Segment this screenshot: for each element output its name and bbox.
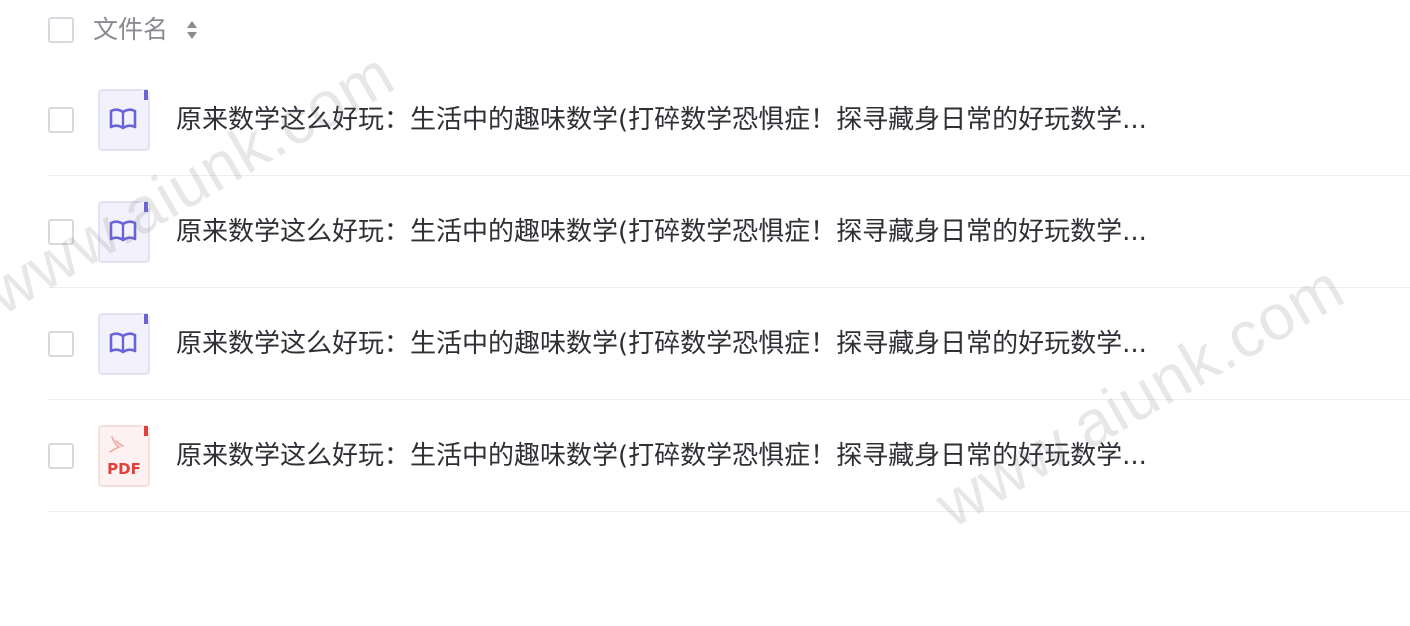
file-row[interactable]: 原来数学这么好玩：生活中的趣味数学(打碎数学恐惧症！探寻藏身日常的好玩数学... (0, 176, 1410, 288)
book-icon (98, 201, 150, 263)
pdf-icon-label: PDF (107, 460, 141, 478)
column-header-filename[interactable]: 文件名 (93, 13, 168, 47)
select-all-checkbox[interactable] (48, 17, 74, 43)
file-name[interactable]: 原来数学这么好玩：生活中的趣味数学(打碎数学恐惧症！探寻藏身日常的好玩数学... (176, 214, 1236, 250)
row-checkbox[interactable] (48, 443, 74, 469)
row-checkbox[interactable] (48, 331, 74, 357)
row-checkbox[interactable] (48, 219, 74, 245)
file-row[interactable]: PDF 原来数学这么好玩：生活中的趣味数学(打碎数学恐惧症！探寻藏身日常的好玩数… (0, 400, 1410, 512)
file-name[interactable]: 原来数学这么好玩：生活中的趣味数学(打碎数学恐惧症！探寻藏身日常的好玩数学... (176, 438, 1236, 474)
file-row[interactable]: 原来数学这么好玩：生活中的趣味数学(打碎数学恐惧症！探寻藏身日常的好玩数学... (0, 64, 1410, 176)
book-icon (98, 313, 150, 375)
file-name[interactable]: 原来数学这么好玩：生活中的趣味数学(打碎数学恐惧症！探寻藏身日常的好玩数学... (176, 326, 1236, 362)
book-icon (98, 89, 150, 151)
file-name[interactable]: 原来数学这么好玩：生活中的趣味数学(打碎数学恐惧症！探寻藏身日常的好玩数学... (176, 102, 1236, 138)
file-list-page: 文件名 原来数学这么好玩：生活中的趣味数学(打碎数学恐惧症！探寻藏身日常的好玩数… (0, 0, 1410, 626)
file-row[interactable]: 原来数学这么好玩：生活中的趣味数学(打碎数学恐惧症！探寻藏身日常的好玩数学... (0, 288, 1410, 400)
row-checkbox[interactable] (48, 107, 74, 133)
sort-icon[interactable] (185, 18, 199, 42)
file-list-header: 文件名 (0, 0, 1410, 60)
pdf-icon: PDF (98, 425, 150, 487)
row-divider (48, 511, 1410, 512)
